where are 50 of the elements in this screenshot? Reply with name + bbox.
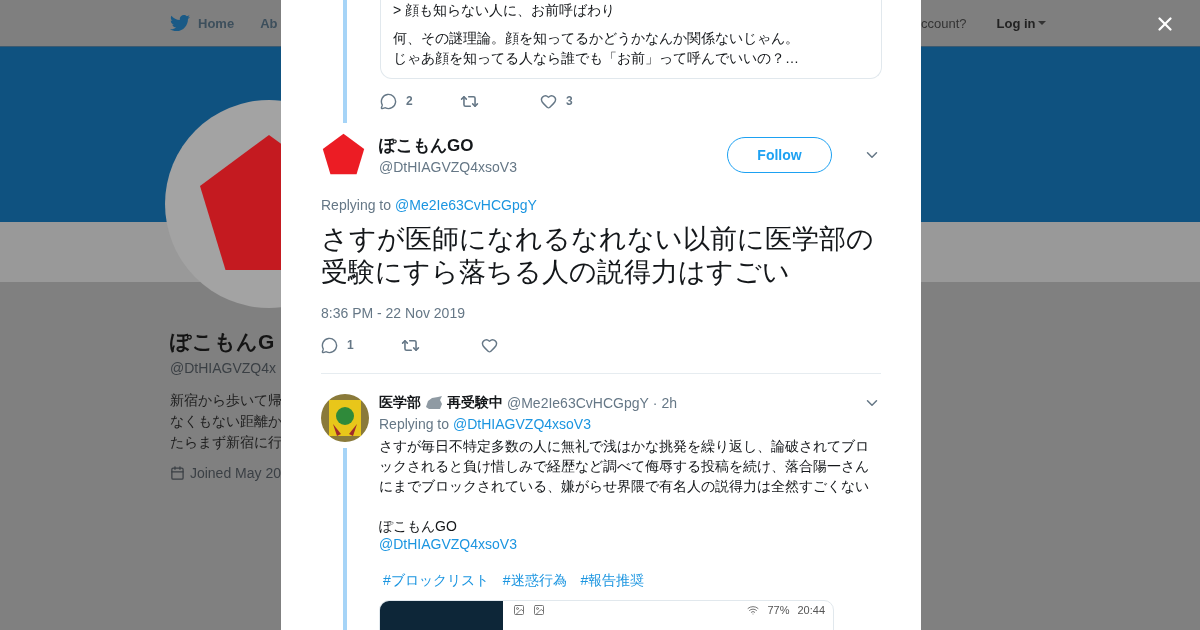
mention-link[interactable]: @Me2Ie63CvHCGpgY <box>395 197 537 213</box>
reply-text: さすが毎日不特定多数の人に無礼で浅はかな挑発を繰り返し、論破されてブロックされると負け惜しみで経歴など調べて侮辱する投稿を続け、落合陽一さんにまでブロックされている、嫌がらせ界隈で有名人の説得力は全然すごくない <box>379 437 870 496</box>
screenshot-attachment[interactable]: 77% 20:44 <box>379 600 834 630</box>
clock-time: 20:44 <box>797 604 825 616</box>
like-count: 3 <box>566 94 573 108</box>
reply-icon[interactable] <box>380 92 397 110</box>
hashtag-link[interactable]: #報告推奨 <box>580 572 645 590</box>
replying-label: Replying to <box>379 416 450 432</box>
like-icon[interactable] <box>540 92 557 110</box>
author-handle: @DtHIAGVZQ4xsoV3 <box>379 159 518 175</box>
image-icon <box>513 604 525 616</box>
joined-date: Joined May 20 <box>170 465 281 481</box>
reply-icon[interactable] <box>321 336 338 354</box>
home-link[interactable]: Home <box>170 13 235 33</box>
login-link[interactable]: Log in <box>996 15 1046 31</box>
profile-bio-line: なくもない距離か <box>170 413 281 430</box>
profile-name: ぽこもんG <box>170 329 276 355</box>
avatar <box>321 394 369 442</box>
hashtag-link[interactable]: #ブロックリスト <box>383 572 489 590</box>
quote-text-line: > 顔も知らない人に、お前呼ばわり <box>393 1 617 20</box>
author-name-part: 再受験中 <box>447 394 503 412</box>
author-name: ぽこもんGO <box>379 135 475 157</box>
mention-link[interactable]: @DtHIAGVZQ4xsoV3 <box>453 416 591 432</box>
reply-count: 1 <box>347 338 354 352</box>
bird-icon <box>170 13 190 33</box>
account-prompt: ccount? <box>921 15 967 31</box>
wifi-icon <box>747 604 760 616</box>
hashtag-link[interactable]: #迷惑行為 <box>502 572 567 590</box>
battery-level: 77% <box>767 604 790 616</box>
rhino-icon <box>425 395 443 411</box>
tweet-text: さすが医師になれるなれない以前に医学部の受験にすら落ちる人の説得力はすごい <box>321 223 875 289</box>
follow-button[interactable]: Follow <box>727 136 832 173</box>
about-link[interactable]: Ab <box>260 15 278 31</box>
profile-handle: @DtHIAGVZQ4x <box>170 360 277 376</box>
mention-link[interactable]: @DtHIAGVZQ4xsoV3 <box>379 536 881 552</box>
avatar <box>321 132 366 177</box>
author-name-part: 医学部 <box>379 394 421 412</box>
profile-bio-line: たらまず新宿に行 <box>170 434 281 451</box>
tweet-time: · 2h <box>652 395 677 411</box>
reply-count: 2 <box>406 94 413 108</box>
replying-label: Replying to <box>321 197 392 213</box>
quote-text-line: じゃあ顔を知ってる人なら誰でも「お前」って呼んでいいの？… <box>393 49 800 68</box>
calendar-icon <box>170 465 185 481</box>
like-icon[interactable] <box>481 336 498 354</box>
profile-bio-line: 新宿から歩いて帰 <box>170 392 281 409</box>
mention-name: ぽこもんGO <box>379 517 458 536</box>
image-icon <box>533 604 545 616</box>
tweet-timestamp: 8:36 PM - 22 Nov 2019 <box>321 305 466 321</box>
quote-text-line: 何、その謎理論。顔を知ってるかどうかなんか関係ないじゃん。 <box>393 29 800 48</box>
author-handle: @Me2Ie63CvHCGpgY <box>507 395 649 411</box>
